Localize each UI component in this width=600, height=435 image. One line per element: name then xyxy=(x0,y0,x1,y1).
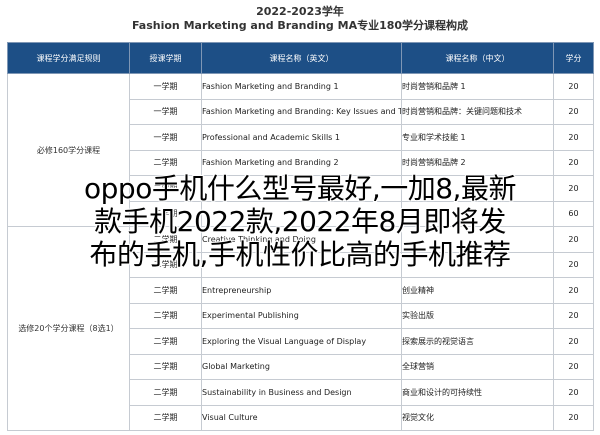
course-name-cn: 实验出版 xyxy=(401,302,554,329)
credits-cell: 20 xyxy=(553,404,594,431)
credits-cell: 20 xyxy=(553,302,594,329)
semester-cell: 二学期 xyxy=(129,353,202,380)
course-name-en: Experimental Publishing xyxy=(201,302,402,329)
course-name-en: Sustainability in Business and Design xyxy=(201,379,402,406)
course-name-en: Fashion Marketing and Branding 1 xyxy=(201,73,402,100)
credits-cell: 20 xyxy=(553,328,594,355)
credits-cell: 20 xyxy=(553,124,594,151)
credits-cell: 20 xyxy=(553,353,594,380)
semester-cell: 二学期 xyxy=(129,328,202,355)
header-semester: 授课学期 xyxy=(129,42,202,74)
semester-cell: 二学期 xyxy=(129,302,202,329)
article-headline-overlay: oppo手机什么型号最好,一加8,最新 款手机2022款,2022年8月即将发 … xyxy=(0,172,600,271)
semester-cell: 一学期 xyxy=(129,124,202,151)
course-name-cn: 探索展示的视觉语言 xyxy=(401,328,554,355)
semester-cell: 二学期 xyxy=(129,404,202,431)
course-name-en: Visual Culture xyxy=(201,404,402,431)
headline-line-2: 款手机2022款,2022年8月即将发 xyxy=(94,205,506,238)
credits-cell: 20 xyxy=(553,379,594,406)
header-credits: 学分 xyxy=(553,42,594,74)
semester-cell: 一学期 xyxy=(129,73,202,100)
course-name-cn: 时尚营销和品牌：关键问题和技术 xyxy=(401,98,554,125)
headline-line-1: oppo手机什么型号最好,一加8,最新 xyxy=(84,172,516,205)
header-name-cn: 课程名称（中文） xyxy=(401,42,554,74)
course-name-en: Fashion Marketing and Branding: Key Issu… xyxy=(201,98,402,125)
course-name-cn: 视觉文化 xyxy=(401,404,554,431)
course-name-cn: 创业精神 xyxy=(401,277,554,304)
course-name-cn: 商业和设计的可持续性 xyxy=(401,379,554,406)
course-name-en: Exploring the Visual Language of Display xyxy=(201,328,402,355)
course-name-cn: 时尚营销和品牌 1 xyxy=(401,73,554,100)
semester-cell: 一学期 xyxy=(129,98,202,125)
page-title-block: 2022-2023学年 Fashion Marketing and Brandi… xyxy=(0,0,600,40)
course-name-en: Professional and Academic Skills 1 xyxy=(201,124,402,151)
semester-cell: 二学期 xyxy=(129,277,202,304)
page-title: Fashion Marketing and Branding MA专业180学分… xyxy=(131,19,469,32)
course-name-cn: 全球营销 xyxy=(401,353,554,380)
course-name-en: Global Marketing xyxy=(201,353,402,380)
table-header-row: 课程学分满足规则 授课学期 课程名称（英文） 课程名称（中文） 学分 xyxy=(7,42,594,74)
header-name-en: 课程名称（英文） xyxy=(201,42,402,74)
table-row: 必修160学分课程 一学期 Fashion Marketing and Bran… xyxy=(7,73,594,227)
headline-line-3: 布的手机,手机性价比高的手机推荐 xyxy=(89,238,511,271)
header-rules: 课程学分满足规则 xyxy=(7,42,130,74)
credits-cell: 20 xyxy=(553,73,594,100)
course-name-cn: 专业和学术技能 1 xyxy=(401,124,554,151)
credits-cell: 20 xyxy=(553,98,594,125)
semester-cell: 二学期 xyxy=(129,379,202,406)
credits-cell: 20 xyxy=(553,277,594,304)
course-name-en: Entrepreneurship xyxy=(201,277,402,304)
